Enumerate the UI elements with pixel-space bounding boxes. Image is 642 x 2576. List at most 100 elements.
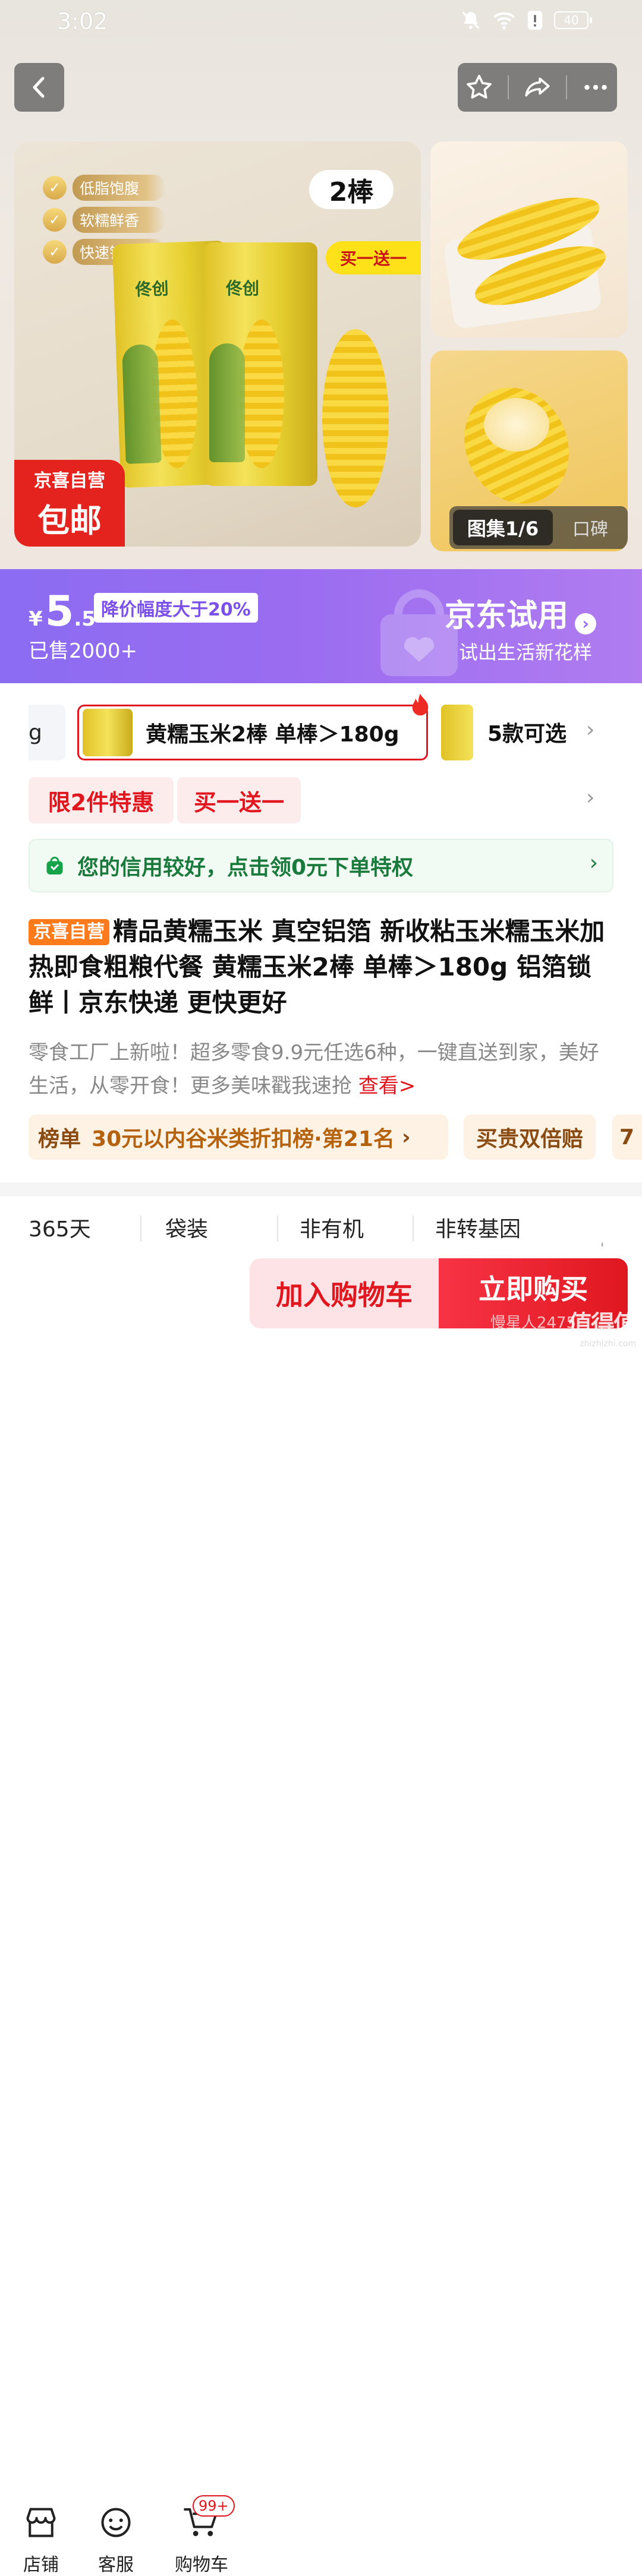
price-integer: 5 [45,587,74,636]
pack-brand: 佟创 [135,279,169,300]
promo-tag[interactable]: 买一送一 [177,777,301,823]
share-icon[interactable] [522,72,553,102]
rank-badge-partial[interactable]: 7 [612,1115,642,1160]
check-icon: ✓ [43,240,67,264]
variant-label: g [29,720,42,745]
battery-level: 40 [564,13,579,27]
feature-tag: ✓ 软糯鲜香 [43,207,166,233]
product-gallery: 3:02 40 ✓ 低脂饱腹 ✓ 软糯鲜香 ✓ 快速锁鲜 2棒 买一送一 佟创 … [0,0,642,569]
product-description: 零食工厂上新啦！超多零食9.9元任选6种，一键直送到家，美好生活，从零开食！更多… [29,1036,613,1103]
chevron-right-icon[interactable]: › [586,785,594,810]
promo-ribbon-label: 买一送一 [339,249,407,269]
cart-badge: 99+ [193,2495,235,2517]
rank-partial-label: 7 [619,1125,635,1150]
seller-badge: 京喜自营 包邮 [14,460,125,547]
seller-badge-bottom: 包邮 [37,502,102,539]
wifi-icon [493,12,515,30]
feature-label: 软糯鲜香 [73,207,166,233]
reviews-tab[interactable]: 口碑 [553,514,628,541]
add-to-cart-button[interactable]: 加入购物车 [250,1258,439,1328]
variant-more-label: 5款可选 [487,722,567,746]
count-badge-label: 2棒 [329,177,374,207]
count-badge: 2棒 [309,170,394,209]
promo-tag[interactable]: 限2件特惠 [29,777,174,823]
add-to-cart-label: 加入购物车 [276,1279,413,1311]
trial-subtitle: 试出生活新花样 [459,641,593,664]
variant-more-count[interactable]: 5款可选 [487,716,567,747]
description-link[interactable]: 查看> [358,1074,416,1098]
variant-thumbnail [83,709,133,756]
discount-tag: 降价幅度大于20% [94,593,258,623]
product-title-text: 精品黄糯玉米 真空铝箔 新收粘玉米糯玉米加热即食粗粮代餐 黄糯玉米2棒 单棒＞1… [29,917,605,1017]
flame-icon [412,693,429,716]
rank-label: 榜单 [38,1127,81,1151]
variant-option[interactable]: g [29,705,65,760]
description-text: 零食工厂上新啦！超多零食9.9元任选6种，一键直送到家，美好生活，从零开食！更多… [29,1041,599,1098]
promo-ribbon: 买一送一 [326,241,421,274]
attribute-item: 袋装 [165,1217,209,1242]
variant-thumbnail[interactable] [441,705,473,760]
price-decimal: .5 [74,607,96,631]
corn-package: 佟创 [204,242,317,486]
chevron-right-circle-icon: › [575,613,597,634]
alert-icon [527,11,543,30]
attribute-divider [277,1216,278,1242]
cart-label: 购物车 [175,2555,228,2575]
status-bar: 3:02 40 [0,0,642,48]
promo-tag-label: 限2件特惠 [48,789,155,816]
album-tab[interactable]: 图集1/6 [453,510,553,545]
shop-icon [26,2508,56,2537]
credit-banner[interactable]: 您的信用较好，点击领0元下单特权 › [29,839,613,892]
chevron-right-icon: › [401,1125,411,1150]
shop-button[interactable]: 店铺 [8,2506,74,2576]
discount-tag-label: 降价幅度大于20% [101,599,251,620]
favorite-star-icon[interactable] [464,72,494,102]
main-product-image[interactable]: ✓ 低脂饱腹 ✓ 软糯鲜香 ✓ 快速锁鲜 2棒 买一送一 佟创 佟创 京喜自营 … [14,141,421,547]
attribute-item: 非转基因 [435,1217,521,1242]
variant-selected-label: 黄糯玉米2棒 单棒＞180g [146,722,399,747]
gallery-thumbnail[interactable]: 图集1/6 口碑 [430,351,628,551]
back-arrow-icon [33,77,45,98]
guarantee-badge[interactable]: 买贵双倍赔 [464,1115,596,1160]
watermark-domain: zhizhizhi.com [580,1339,636,1349]
bell-off-icon [462,11,480,29]
chat-smile-icon [101,2508,131,2537]
product-title: 京喜自营 精品黄糯玉米 真空铝箔 新收粘玉米糯玉米加热即食粗粮代餐 黄糯玉米2棒 … [29,914,611,1021]
battery-icon: 40 [554,11,592,29]
section-divider [0,1182,642,1197]
back-button[interactable] [14,63,64,112]
attribute-item: 365天 [29,1217,91,1242]
promo-tag-label: 买一送一 [193,789,284,816]
pack-brand: 佟创 [226,279,260,298]
trial-title: 京东试用 [445,598,569,634]
guarantee-label: 买贵双倍赔 [476,1127,583,1151]
shop-label: 店铺 [23,2555,59,2575]
shield-bag-icon [46,857,63,875]
check-icon: ✓ [43,208,67,232]
chevron-right-icon: › [589,851,598,875]
rank-badge[interactable]: 榜单 30元以内谷米类折扣榜·第21名 › [29,1115,448,1160]
seller-badge-inline: 京喜自营 [29,919,109,945]
price-currency: ¥ [29,607,43,631]
gallery-thumbnail[interactable] [430,141,628,337]
attribute-divider [413,1216,414,1242]
status-time: 3:02 [57,8,108,34]
watermark-text: 值得值 [568,1311,637,1338]
top-action-group [458,63,617,112]
variant-option-selected[interactable]: 黄糯玉米2棒 单棒＞180g [77,705,428,760]
attribute-divider [140,1216,141,1242]
trial-entry[interactable]: 京东试用 › 试出生活新花样 [445,591,597,665]
attribute-item: 非有机 [300,1217,364,1242]
cart-button[interactable]: 购物车 99+ [163,2495,240,2576]
seller-badge-top: 京喜自营 [34,471,105,491]
buy-now-label: 立即购买 [479,1273,588,1305]
bottom-bar: 店铺 客服 购物车 99+ 加入购物车 立即购买 慢星人2475 [0,1246,642,2575]
more-icon[interactable] [581,72,610,102]
check-icon: ✓ [43,176,67,200]
chevron-right-icon[interactable]: › [586,718,594,742]
price-band: ¥ 5 .5 降价幅度大于20% 已售2000+ 京东试用 › 试出生活新花样 [0,569,642,683]
credit-banner-text: 您的信用较好，点击领0元下单特权 [77,855,414,880]
service-button[interactable]: 客服 [83,2506,149,2576]
corn-cob-image [322,329,389,507]
service-label: 客服 [98,2555,134,2575]
